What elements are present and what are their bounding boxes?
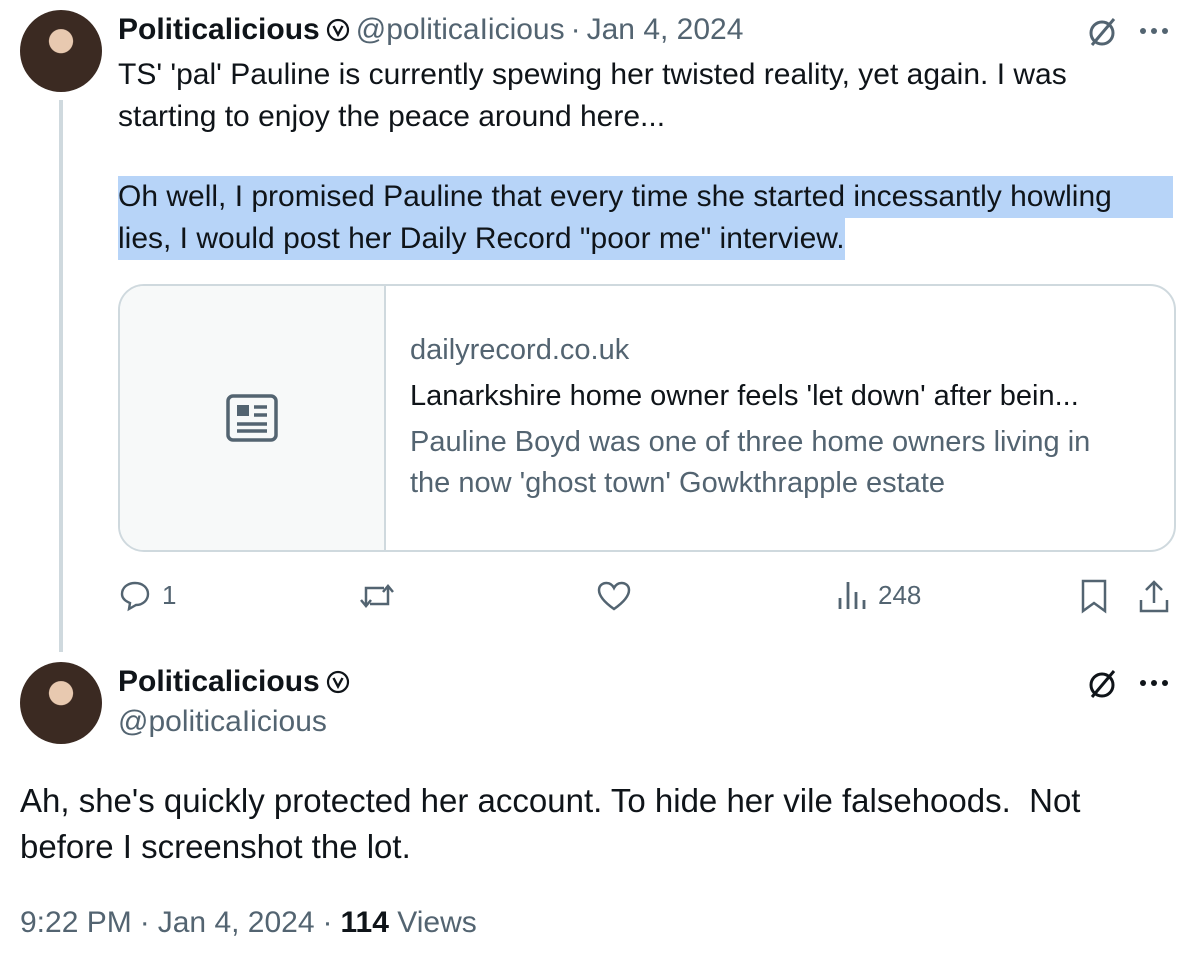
separator: · [139, 906, 150, 939]
like-button[interactable] [596, 580, 632, 612]
views-count: 114 [340, 906, 389, 939]
views-count: 248 [878, 579, 922, 610]
verified-badge-icon [326, 670, 350, 694]
highlighted-text-line: lies, I would post her Daily Record "poo… [118, 218, 845, 260]
bookmark-icon[interactable] [1080, 578, 1108, 614]
reply-count: 1 [162, 579, 177, 610]
avatar[interactable] [20, 662, 102, 744]
reply-icon [118, 578, 152, 612]
heart-icon [596, 580, 632, 612]
link-card[interactable]: dailyrecord.co.uk Lanarkshire home owner… [118, 284, 1176, 552]
tweet-meta: 9:22 PM · Jan 4, 2024 · 114 Views [20, 906, 477, 940]
highlighted-text-line: Oh well, I promised Pauline that every t… [118, 176, 1173, 218]
retweet-icon [358, 581, 396, 611]
avatar[interactable] [20, 10, 102, 92]
views-label: Views [397, 906, 477, 939]
tweet-date[interactable]: Jan 4, 2024 [587, 13, 744, 47]
card-description: the now 'ghost town' Gowkthrapple estate [410, 467, 945, 499]
tweet-text-line: TS' 'pal' Pauline is currently spewing h… [118, 58, 1067, 91]
handle[interactable]: @politicaIicious [356, 13, 565, 47]
article-icon [226, 394, 278, 442]
tweet-time[interactable]: 9:22 PM [20, 906, 132, 940]
views-button[interactable]: 248 [836, 578, 921, 612]
display-name[interactable]: Politicalicious [118, 13, 320, 47]
slash-circle-icon[interactable] [1084, 666, 1120, 702]
share-icon[interactable] [1138, 578, 1170, 614]
card-thumbnail [120, 286, 386, 550]
tweet1-header: Politicalicious @politicaIicious · Jan 4… [118, 12, 743, 48]
more-dots-icon[interactable] [1138, 26, 1170, 36]
tweet-text-line: starting to enjoy the peace around here.… [118, 100, 666, 133]
retweet-button[interactable] [358, 581, 396, 611]
display-name[interactable]: Politicalicious [118, 665, 320, 699]
card-description: Pauline Boyd was one of three home owner… [410, 426, 1091, 458]
slash-circle-icon[interactable] [1084, 14, 1120, 50]
reply-button[interactable]: 1 [118, 578, 176, 612]
tweet2-header: Politicalicious [118, 664, 350, 700]
thread-line [59, 100, 63, 652]
tweet-date[interactable]: Jan 4, 2024 [158, 906, 315, 940]
tweet-text-line: before I screenshot the lot. [20, 828, 411, 865]
separator: · [570, 13, 581, 46]
more-dots-icon[interactable] [1138, 678, 1170, 688]
card-domain: dailyrecord.co.uk [410, 334, 630, 366]
tweet-text-line: Ah, she's quickly protected her account.… [20, 782, 1081, 819]
card-title: Lanarkshire home owner feels 'let down' … [410, 380, 1079, 412]
verified-badge-icon [326, 18, 350, 42]
handle[interactable]: @politicaIicious [118, 705, 327, 739]
separator: · [322, 906, 333, 939]
views-icon [836, 578, 868, 612]
